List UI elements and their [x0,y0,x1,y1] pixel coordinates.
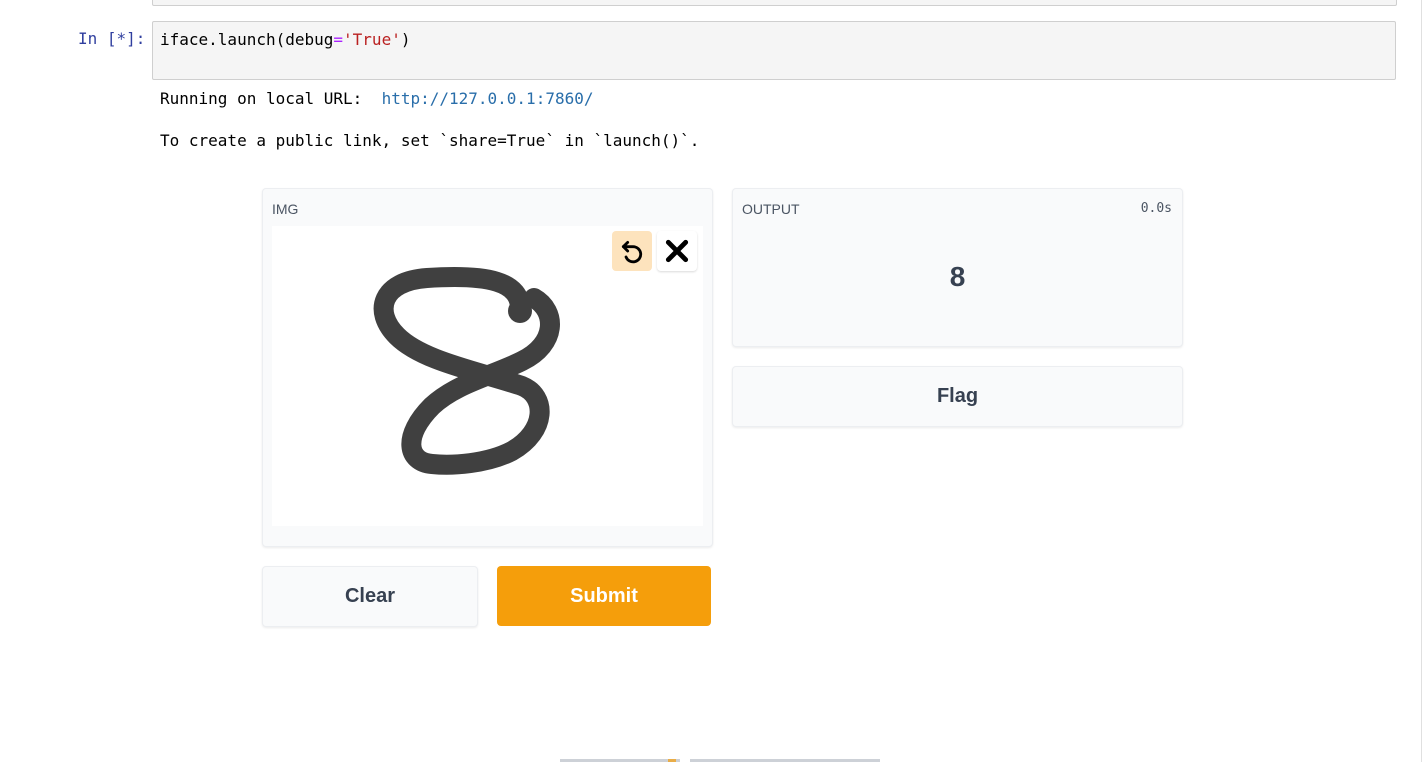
code-line: iface.launch(debug='True') [160,30,410,49]
code-operator: = [333,30,344,49]
local-url-link[interactable]: http://127.0.0.1:7860/ [382,89,594,108]
output-timer: 0.0s [1140,201,1172,216]
scrollbar-track[interactable] [1421,0,1422,762]
output-share-hint: To create a public link, set `share=True… [160,131,700,150]
prediction-value: 8 [949,261,966,292]
stroke-dot [508,299,532,323]
undo-button[interactable] [612,231,652,271]
output-running-line: Running on local URL: http://127.0.0.1:7… [160,89,593,108]
clear-canvas-button[interactable] [657,231,697,271]
output-running-text: Running on local URL: [160,89,382,108]
code-suffix: ) [400,30,411,49]
undo-icon [621,240,643,264]
footer-partial-text [560,759,880,762]
clear-button[interactable]: Clear [262,566,478,627]
flag-button[interactable]: Flag [732,366,1183,427]
code-cell[interactable]: iface.launch(debug='True') [152,21,1396,80]
sketch-canvas[interactable] [272,226,703,526]
cell-prompt: In [*]: [78,29,146,48]
previous-code-cell[interactable] [152,0,1397,6]
digit-drawing [373,266,560,475]
code-string: 'True' [343,30,401,49]
close-icon [665,239,689,263]
input-label: IMG [272,201,299,217]
code-prefix: iface.launch(debug [160,30,334,49]
output-label: OUTPUT [742,201,800,217]
submit-button[interactable]: Submit [497,566,711,626]
input-panel: IMG [262,188,713,547]
output-panel: OUTPUT 0.0s 8 [732,188,1183,347]
